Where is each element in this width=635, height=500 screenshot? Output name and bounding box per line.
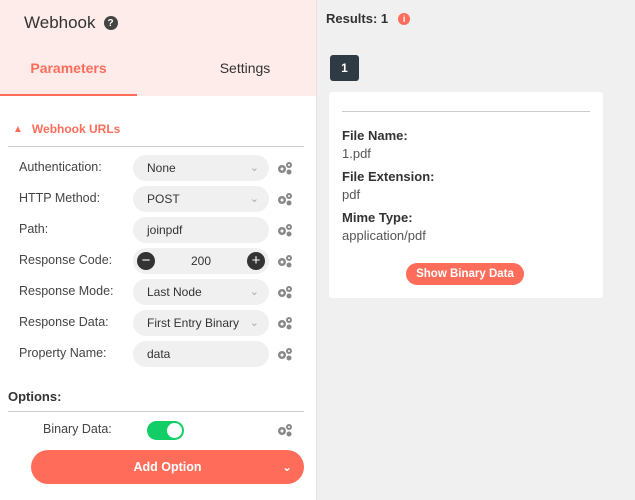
- param-label: Path:: [19, 222, 49, 236]
- plus-circle-icon[interactable]: +: [247, 252, 265, 270]
- binary-data-toggle[interactable]: [147, 421, 184, 440]
- param-row-response-data: Response Data: First Entry Binary ⌄: [0, 310, 317, 336]
- authentication-dropdown[interactable]: None ⌄: [133, 155, 269, 181]
- toggle-knob: [167, 423, 182, 438]
- gears-icon[interactable]: [277, 161, 293, 175]
- param-row-http-method: HTTP Method: POST ⌄: [0, 186, 317, 212]
- property-name-input[interactable]: data: [133, 341, 269, 367]
- tab-settings[interactable]: Settings: [175, 60, 315, 76]
- node-title: Webhook ?: [24, 13, 118, 33]
- path-input[interactable]: joinpdf: [133, 217, 269, 243]
- dropdown-value: POST: [147, 192, 180, 206]
- show-binary-data-button[interactable]: Show Binary Data: [406, 263, 524, 285]
- response-code-stepper[interactable]: − 200 +: [133, 248, 269, 274]
- result-page-button[interactable]: 1: [330, 55, 359, 81]
- binary-data-label: Binary Data:: [43, 422, 112, 436]
- file-extension-label: File Extension:: [342, 169, 435, 184]
- node-title-text: Webhook: [24, 13, 96, 32]
- divider: [342, 111, 590, 112]
- webhook-urls-toggle[interactable]: ▲ Webhook URLs: [13, 122, 120, 136]
- divider: [8, 411, 304, 412]
- add-option-button[interactable]: Add Option ⌄: [31, 450, 304, 484]
- active-tab-indicator: [0, 94, 137, 96]
- http-method-dropdown[interactable]: POST ⌄: [133, 186, 269, 212]
- tab-parameters[interactable]: Parameters: [0, 60, 137, 76]
- param-row-authentication: Authentication: None ⌄: [0, 155, 317, 181]
- question-circle-icon[interactable]: ?: [103, 16, 118, 30]
- gears-icon[interactable]: [277, 285, 293, 299]
- param-label: Response Data:: [19, 315, 109, 329]
- add-option-label: Add Option: [133, 460, 202, 474]
- file-name-value: 1.pdf: [342, 146, 371, 161]
- binary-result-card: File Name: 1.pdf File Extension: pdf Mim…: [329, 92, 603, 298]
- section-title: Webhook URLs: [31, 122, 121, 136]
- param-label: Authentication:: [19, 160, 102, 174]
- gears-icon[interactable]: [277, 423, 293, 437]
- minus-circle-icon[interactable]: −: [137, 252, 155, 270]
- param-row-response-code: Response Code: − 200 +: [0, 248, 317, 274]
- chevron-down-icon: ⌄: [249, 162, 259, 174]
- gears-icon[interactable]: [277, 223, 293, 237]
- param-row-property-name: Property Name: data: [0, 341, 317, 367]
- chevron-down-icon: ⌄: [249, 286, 259, 298]
- chevron-up-icon: ▲: [13, 123, 23, 135]
- file-name-label: File Name:: [342, 128, 408, 143]
- dropdown-value: First Entry Binary: [147, 316, 240, 330]
- chevron-down-icon: ⌄: [249, 317, 259, 329]
- gears-icon[interactable]: [277, 192, 293, 206]
- dropdown-value: None: [147, 161, 176, 175]
- stepper-value: 200: [190, 254, 212, 268]
- mime-type-value: application/pdf: [342, 228, 426, 243]
- input-value: joinpdf: [147, 223, 183, 237]
- param-row-path: Path: joinpdf: [0, 217, 317, 243]
- chevron-down-icon: ⌄: [281, 460, 292, 474]
- input-value: data: [147, 347, 171, 361]
- parameters-panel: Webhook ? Parameters Settings ▲ Webhook …: [0, 0, 317, 500]
- gears-icon[interactable]: [277, 347, 293, 361]
- info-circle-icon[interactable]: i: [398, 12, 411, 25]
- param-label: Property Name:: [19, 346, 107, 360]
- mime-type-label: Mime Type:: [342, 210, 413, 225]
- response-data-dropdown[interactable]: First Entry Binary ⌄: [133, 310, 269, 336]
- dropdown-value: Last Node: [147, 285, 202, 299]
- chevron-down-icon: ⌄: [249, 193, 259, 205]
- results-count: Results: 1: [326, 11, 389, 26]
- param-label: Response Code:: [19, 253, 113, 267]
- param-row-response-mode: Response Mode: Last Node ⌄: [0, 279, 317, 305]
- param-label: HTTP Method:: [19, 191, 101, 205]
- results-header: Results: 1 i: [326, 11, 411, 26]
- response-mode-dropdown[interactable]: Last Node ⌄: [133, 279, 269, 305]
- options-title: Options:: [8, 389, 62, 404]
- divider: [8, 146, 304, 147]
- gears-icon[interactable]: [277, 254, 293, 268]
- gears-icon[interactable]: [277, 316, 293, 330]
- panel-header: Webhook ? Parameters Settings: [0, 0, 316, 96]
- param-label: Response Mode:: [19, 284, 114, 298]
- file-extension-value: pdf: [342, 187, 361, 202]
